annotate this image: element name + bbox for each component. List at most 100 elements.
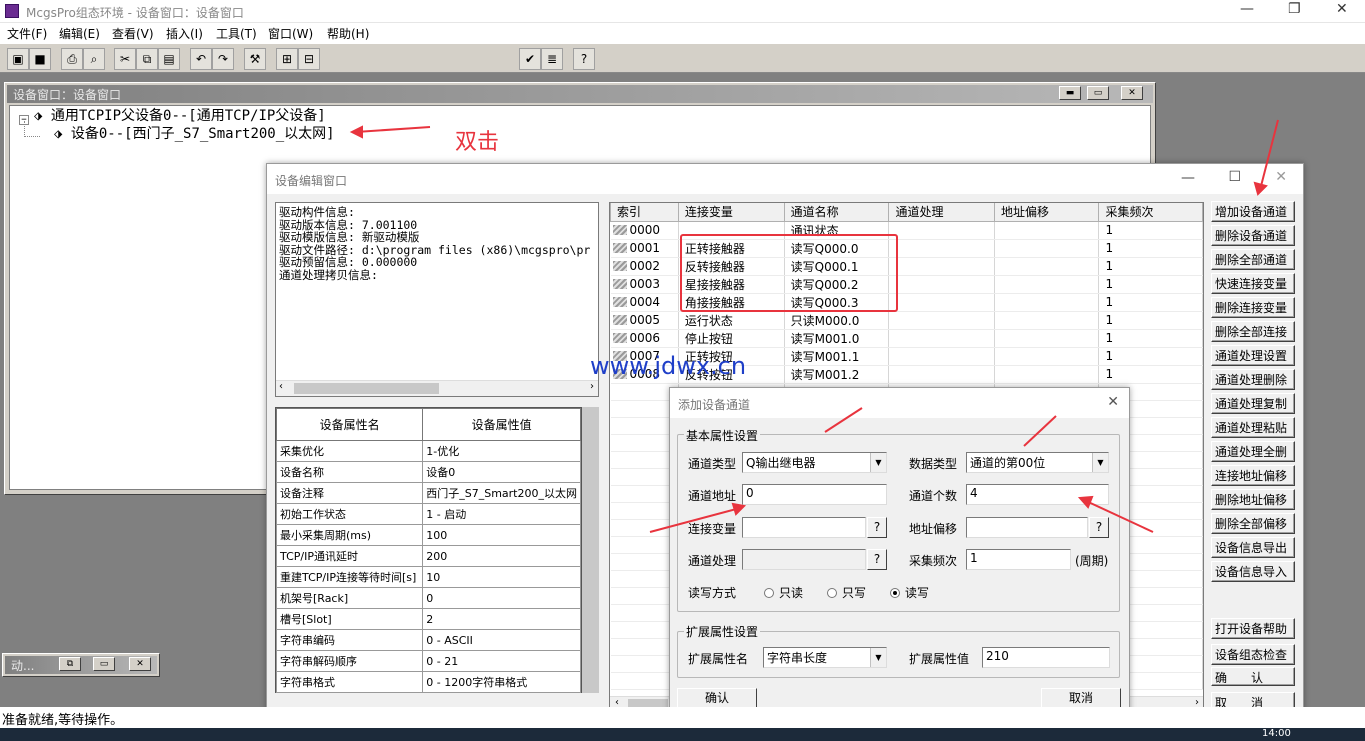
radio-icon[interactable]	[764, 588, 774, 598]
channel-proc-browse-button[interactable]: ?	[867, 549, 887, 570]
undo-icon[interactable]: ↶	[190, 48, 212, 70]
menu-view[interactable]: 查看(V)	[112, 25, 154, 42]
channel-count-input[interactable]: 4	[966, 484, 1109, 505]
radio-icon[interactable]	[827, 588, 837, 598]
rw-option-readwrite[interactable]: 读写	[890, 584, 929, 601]
dialog-close-icon[interactable]: ✕	[1107, 394, 1119, 410]
props-row[interactable]: 槽号[Slot] 2	[275, 608, 581, 630]
prop-value[interactable]: 0 - ASCII	[422, 629, 581, 651]
props-row[interactable]: 最小采集周期(ms) 100	[275, 524, 581, 546]
minimized-window[interactable]: 动... ⧉ ▭ ✕	[2, 653, 160, 677]
open-project-icon[interactable]: ▣	[7, 48, 29, 70]
side-button[interactable]: 通道处理删除	[1211, 369, 1295, 390]
dw-restore-icon[interactable]: ▭	[1087, 86, 1109, 100]
side-button[interactable]: 删除全部通道	[1211, 249, 1295, 270]
cut-icon[interactable]: ✂	[114, 48, 136, 70]
side-button[interactable]: 删除全部连接	[1211, 321, 1295, 342]
prop-value[interactable]: 2	[422, 608, 581, 630]
ext-name-select[interactable]: 字符串长度 ▼	[763, 647, 887, 668]
scroll-left-icon[interactable]: ‹	[279, 381, 283, 392]
menu-insert[interactable]: 插入(I)	[166, 25, 203, 42]
props-row[interactable]: 机架号[Rack] 0	[275, 587, 581, 609]
prop-value[interactable]: 0	[422, 587, 581, 609]
grid-header-cell[interactable]: 索引	[610, 203, 679, 222]
chevron-down-icon[interactable]: ▼	[870, 648, 886, 667]
side-button[interactable]: 删除地址偏移	[1211, 489, 1295, 510]
chevron-down-icon[interactable]: ▼	[870, 453, 886, 472]
props-row[interactable]: TCP/IP通讯延时 200	[275, 545, 581, 567]
channel-type-select[interactable]: Q输出继电器 ▼	[742, 452, 887, 473]
menu-window[interactable]: 窗口(W)	[268, 25, 313, 42]
data-type-select[interactable]: 通道的第00位 ▼	[966, 452, 1109, 473]
props-row[interactable]: 设备注释 西门子_S7_Smart200_以太网	[275, 482, 581, 504]
grid-header-cell[interactable]: 通道处理	[888, 203, 995, 222]
grid-header-cell[interactable]: 地址偏移	[993, 203, 1100, 222]
rw-option-writeonly[interactable]: 只写	[827, 584, 866, 601]
side-button[interactable]: 删除设备通道	[1211, 225, 1295, 246]
rw-option-readonly[interactable]: 只读	[764, 584, 803, 601]
prop-value[interactable]: 设备0	[422, 461, 581, 483]
paste-icon[interactable]: ▤	[158, 48, 180, 70]
props-row[interactable]: 初始工作状态 1 - 启动	[275, 503, 581, 525]
side-button[interactable]: 连接地址偏移	[1211, 465, 1295, 486]
ext-value-input[interactable]: 210	[982, 647, 1110, 668]
side-button[interactable]: 设备信息导入	[1211, 561, 1295, 582]
min-close-icon[interactable]: ✕	[129, 657, 151, 671]
editor-close-icon[interactable]: ✕	[1275, 169, 1287, 185]
prop-value[interactable]: 10	[422, 566, 581, 588]
prop-value[interactable]: 1-优化	[422, 440, 581, 462]
props-row[interactable]: 采集优化 1-优化	[275, 440, 581, 462]
grid-header-cell[interactable]: 通道名称	[783, 203, 890, 222]
minimize-icon[interactable]: —	[1240, 1, 1254, 17]
side-button[interactable]: 通道处理粘贴	[1211, 417, 1295, 438]
prop-value[interactable]: 0 - 1200字符串格式	[422, 671, 581, 693]
addr-offset-browse-button[interactable]: ?	[1089, 517, 1109, 538]
side-button[interactable]: 快速连接变量	[1211, 273, 1295, 294]
props-row[interactable]: 字符串编码 0 - ASCII	[275, 629, 581, 651]
collect-freq-input[interactable]: 1	[966, 549, 1071, 570]
prop-value[interactable]: 西门子_S7_Smart200_以太网	[422, 482, 581, 504]
side-button[interactable]: 设备组态检查	[1211, 644, 1295, 665]
props-row[interactable]: 字符串解码顺序 0 - 21	[275, 650, 581, 672]
prop-value[interactable]: 0 - 21	[422, 650, 581, 672]
grid-header-cell[interactable]: 采集频次	[1098, 203, 1203, 222]
side-button[interactable]: 通道处理全删	[1211, 441, 1295, 462]
maximize-icon[interactable]: ❐	[1288, 1, 1301, 17]
side-button[interactable]: 通道处理设置	[1211, 345, 1295, 366]
menu-file[interactable]: 文件(F)	[7, 25, 47, 42]
link-var-browse-button[interactable]: ?	[867, 517, 887, 538]
prop-value[interactable]: 1 - 启动	[422, 503, 581, 525]
props-row[interactable]: 字符串格式 0 - 1200字符串格式	[275, 671, 581, 693]
tree-node-child[interactable]: ⬗ 设备0--[西门子_S7_Smart200_以太网]	[54, 126, 335, 143]
side-button[interactable]: 打开设备帮助	[1211, 618, 1295, 639]
min-restore-icon[interactable]: ⧉	[59, 657, 81, 671]
addr-offset-input[interactable]	[966, 517, 1088, 538]
side-button[interactable]: 设备信息导出	[1211, 537, 1295, 558]
align-right-icon[interactable]: ⊟	[298, 48, 320, 70]
link-var-input[interactable]	[742, 517, 866, 538]
side-button[interactable]: 增加设备通道	[1211, 201, 1295, 222]
min-max-icon[interactable]: ▭	[93, 657, 115, 671]
menu-tools[interactable]: 工具(T)	[216, 25, 257, 42]
dw-minimize-icon[interactable]: ▬	[1059, 86, 1081, 100]
help-icon[interactable]: ?	[573, 48, 595, 70]
copy-icon[interactable]: ⧉	[136, 48, 158, 70]
side-button[interactable]: 删除连接变量	[1211, 297, 1295, 318]
save-icon[interactable]: ■	[29, 48, 51, 70]
redo-icon[interactable]: ↷	[212, 48, 234, 70]
channel-addr-input[interactable]: 0	[742, 484, 887, 505]
props-row[interactable]: 重建TCP/IP连接等待时间[s] 10	[275, 566, 581, 588]
print-preview-icon[interactable]: ⌕	[83, 48, 105, 70]
props-row[interactable]: 设备名称 设备0	[275, 461, 581, 483]
align-left-icon[interactable]: ⊞	[276, 48, 298, 70]
editor-maximize-icon[interactable]: ☐	[1228, 169, 1241, 185]
print-icon[interactable]: ⎙	[61, 48, 83, 70]
prop-value[interactable]: 200	[422, 545, 581, 567]
scroll-thumb[interactable]	[294, 383, 439, 394]
dw-close-icon[interactable]: ✕	[1121, 86, 1143, 100]
tools-icon[interactable]: ⚒	[244, 48, 266, 70]
prop-value[interactable]: 100	[422, 524, 581, 546]
check-icon[interactable]: ✔	[519, 48, 541, 70]
radio-selected-icon[interactable]	[890, 588, 900, 598]
menu-edit[interactable]: 编辑(E)	[59, 25, 100, 42]
